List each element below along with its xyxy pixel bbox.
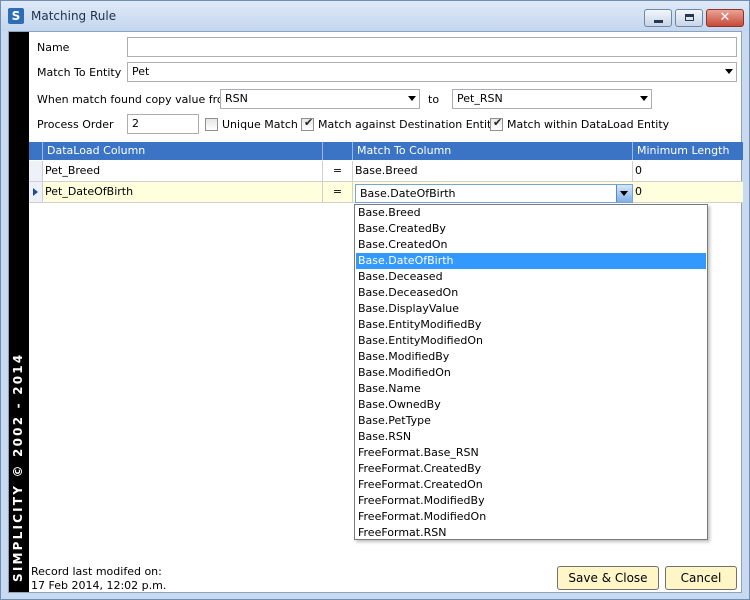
- match-destination-checkbox[interactable]: ✔: [301, 116, 314, 131]
- chevron-down-icon: [408, 96, 416, 101]
- dropdown-item[interactable]: FreeFormat.RSN: [356, 525, 706, 541]
- copy-from-value: RSN: [225, 92, 248, 105]
- unique-match-checkbox[interactable]: [205, 118, 218, 131]
- current-row-icon: [33, 188, 38, 196]
- dropdown-item[interactable]: FreeFormat.ModifiedOn: [356, 509, 706, 525]
- column-mapping-grid: DataLoad Column Match To Column Minimum …: [29, 142, 743, 203]
- checkmark-icon: ✔: [304, 116, 314, 129]
- operator-cell: =: [323, 161, 353, 181]
- matching-rule-window: S Matching Rule ✕ SIMPLICITY © 2002 - 20…: [0, 0, 750, 600]
- match-entity-value: Pet: [132, 65, 150, 78]
- window-title: Matching Rule: [31, 9, 117, 23]
- dropdown-item[interactable]: Base.Name: [356, 381, 706, 397]
- match-cell[interactable]: Base.Breed: [353, 161, 633, 181]
- table-row[interactable]: Pet_DateOfBirth = Base.DateOfBirth 0: [29, 182, 743, 203]
- app-icon: S: [8, 8, 24, 24]
- modified-value: 17 Feb 2014, 12:02 p.m.: [31, 579, 167, 592]
- row-selector[interactable]: [29, 182, 43, 202]
- match-column-dropdown[interactable]: Base.Breed Base.CreatedBy Base.CreatedOn…: [354, 204, 708, 540]
- title-bar[interactable]: S Matching Rule ✕: [1, 1, 749, 31]
- dropdown-item[interactable]: Base.OwnedBy: [356, 397, 706, 413]
- chevron-down-icon: [640, 96, 648, 101]
- copy-to-select[interactable]: Pet_RSN: [452, 89, 652, 109]
- chevron-down-icon: [620, 191, 628, 196]
- maximize-icon: [685, 14, 694, 21]
- unique-match-label: Unique Match: [222, 118, 298, 131]
- maximize-button[interactable]: [675, 9, 703, 27]
- process-order-label: Process Order: [37, 118, 114, 131]
- dropdown-item[interactable]: Base.EntityModifiedOn: [356, 333, 706, 349]
- dropdown-item[interactable]: FreeFormat.Base_RSN: [356, 445, 706, 461]
- match-entity-label: Match To Entity: [37, 66, 122, 79]
- name-input[interactable]: [127, 37, 737, 57]
- dropdown-item-selected[interactable]: Base.DateOfBirth: [356, 253, 706, 269]
- table-row[interactable]: Pet_Breed = Base.Breed 0: [29, 161, 743, 182]
- dialog-body: SIMPLICITY © 2002 - 2014 Name Match To E…: [8, 31, 743, 593]
- brand-sidebar-text: SIMPLICITY © 2002 - 2014: [11, 352, 25, 582]
- dropdown-item[interactable]: FreeFormat.CreatedOn: [356, 477, 706, 493]
- grid-header: DataLoad Column Match To Column Minimum …: [29, 142, 743, 160]
- to-label: to: [428, 93, 440, 106]
- match-cell-editor[interactable]: Base.DateOfBirth: [355, 184, 633, 203]
- checkmark-icon: ✔: [493, 116, 503, 129]
- minimize-icon: [654, 20, 663, 23]
- dropdown-item[interactable]: Base.EntityModifiedBy: [356, 317, 706, 333]
- match-dataload-checkbox[interactable]: ✔: [490, 116, 503, 131]
- column-header-match[interactable]: Match To Column: [353, 142, 633, 160]
- name-label: Name: [37, 41, 70, 54]
- save-close-button[interactable]: Save & Close: [557, 566, 659, 590]
- dropdown-item[interactable]: Base.Breed: [356, 205, 706, 221]
- dropdown-item[interactable]: FreeFormat.CreatedBy: [356, 461, 706, 477]
- column-header-dataload[interactable]: DataLoad Column: [43, 142, 323, 160]
- close-icon: ✕: [719, 10, 731, 25]
- dropdown-item[interactable]: Base.DisplayValue: [356, 301, 706, 317]
- column-header-min-length[interactable]: Minimum Length: [633, 142, 743, 160]
- chevron-down-icon: [725, 69, 733, 74]
- dropdown-item[interactable]: Base.CreatedBy: [356, 221, 706, 237]
- copy-to-value: Pet_RSN: [457, 92, 503, 105]
- match-entity-select[interactable]: Pet: [127, 62, 737, 82]
- copy-from-select[interactable]: RSN: [220, 89, 420, 109]
- copy-value-label: When match found copy value from: [37, 93, 235, 106]
- row-selector[interactable]: [29, 161, 43, 181]
- dropdown-button[interactable]: [616, 185, 632, 202]
- close-button[interactable]: ✕: [706, 9, 744, 27]
- dropdown-item[interactable]: Base.DeceasedOn: [356, 285, 706, 301]
- process-order-input[interactable]: 2: [127, 114, 199, 134]
- dropdown-item[interactable]: Base.PetType: [356, 413, 706, 429]
- dropdown-item[interactable]: FreeFormat.ModifiedBy: [356, 493, 706, 509]
- dropdown-item[interactable]: Base.ModifiedOn: [356, 365, 706, 381]
- modified-label: Record last modifed on:: [31, 565, 162, 578]
- match-destination-label: Match against Destination Entity: [318, 118, 498, 131]
- brand-sidebar: SIMPLICITY © 2002 - 2014: [9, 32, 29, 592]
- match-dataload-label: Match within DataLoad Entity: [507, 118, 670, 131]
- dropdown-item[interactable]: Base.ModifiedBy: [356, 349, 706, 365]
- min-length-cell[interactable]: 0: [633, 161, 743, 181]
- dropdown-item[interactable]: Base.Deceased: [356, 269, 706, 285]
- operator-cell: =: [323, 182, 353, 202]
- match-cell-editor-value: Base.DateOfBirth: [360, 187, 456, 200]
- dataload-cell[interactable]: Pet_Breed: [43, 161, 323, 181]
- dataload-cell[interactable]: Pet_DateOfBirth: [43, 182, 323, 202]
- dropdown-item[interactable]: Base.RSN: [356, 429, 706, 445]
- grid-header-selector: [29, 142, 43, 160]
- dropdown-item[interactable]: Base.CreatedOn: [356, 237, 706, 253]
- minimize-button[interactable]: [644, 9, 672, 27]
- min-length-cell[interactable]: 0: [633, 182, 743, 202]
- cancel-button[interactable]: Cancel: [665, 566, 737, 590]
- column-header-operator[interactable]: [323, 142, 353, 160]
